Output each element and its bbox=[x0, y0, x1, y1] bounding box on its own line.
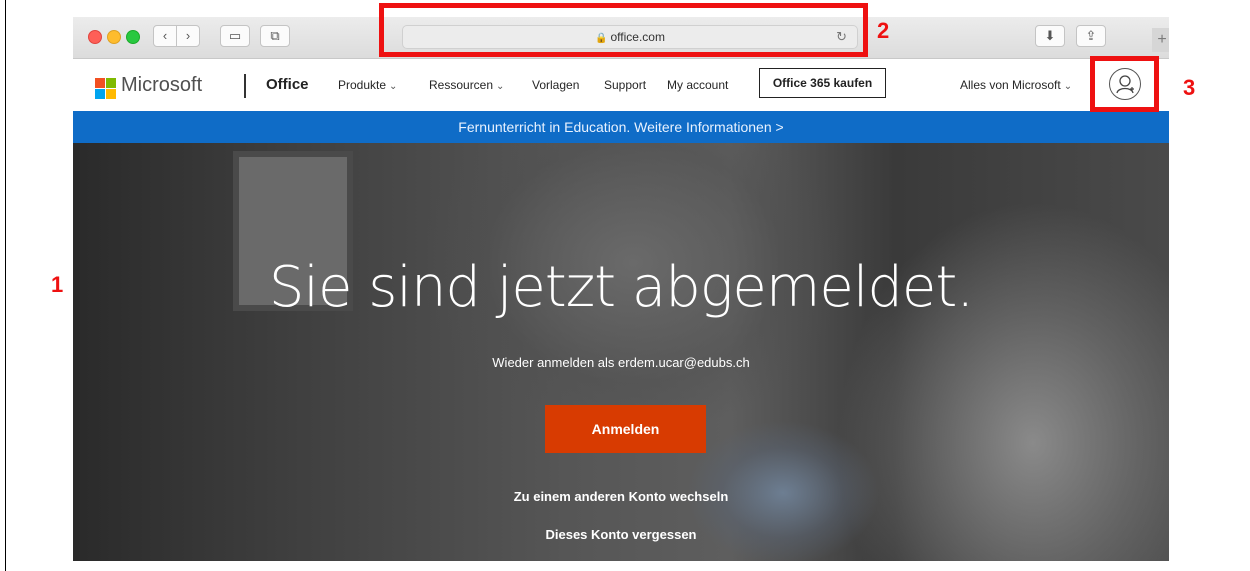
download-button[interactable]: ⬇ bbox=[1035, 25, 1065, 47]
signed-out-heading: Sie sind jetzt abgemeldet. bbox=[268, 255, 974, 320]
buy-office-button[interactable]: Office 365 kaufen bbox=[759, 68, 886, 98]
all-microsoft-menu[interactable]: Alles von Microsoft ⌄ bbox=[960, 78, 1072, 92]
signin-button[interactable]: Anmelden bbox=[545, 405, 706, 453]
forward-button[interactable]: › bbox=[176, 25, 200, 47]
new-tab-button[interactable]: + bbox=[1152, 28, 1169, 52]
resign-in-text: Wieder anmelden als erdem.ucar@edubs.ch bbox=[492, 355, 750, 370]
left-edge-line bbox=[5, 0, 6, 571]
nav-divider bbox=[244, 74, 246, 98]
browser-window: ‹ › ▭ ⧉ 🔒 office.com ↻ ⬇ ⇪ + Microsoft Of… bbox=[73, 17, 1169, 561]
office-header: Microsoft Office Produkte ⌄ Ressourcen ⌄ V… bbox=[73, 59, 1169, 111]
chevron-down-icon: ⌄ bbox=[389, 81, 398, 92]
highlight-box-avatar bbox=[1090, 56, 1159, 112]
annotation-number-3: 3 bbox=[1183, 75, 1196, 100]
back-button[interactable]: ‹ bbox=[153, 25, 177, 47]
nav-link-ressourcen[interactable]: Ressourcen ⌄ bbox=[429, 78, 504, 92]
nav-link-produkte[interactable]: Produkte ⌄ bbox=[338, 78, 397, 92]
tab-overview-button[interactable]: ⧉ bbox=[260, 25, 290, 47]
close-window-icon[interactable] bbox=[88, 30, 102, 44]
microsoft-brand[interactable]: Microsoft bbox=[121, 74, 202, 97]
highlight-box-address-bar bbox=[379, 3, 868, 57]
nav-link-support[interactable]: Support bbox=[604, 78, 646, 92]
maximize-window-icon[interactable] bbox=[126, 30, 140, 44]
annotation-number-1: 1 bbox=[51, 272, 64, 297]
switch-account-link[interactable]: Zu einem anderen Konto wechseln bbox=[73, 489, 1169, 504]
microsoft-logo-icon[interactable] bbox=[95, 78, 117, 100]
annotation-number-2: 2 bbox=[877, 18, 890, 43]
forget-account-link[interactable]: Dieses Konto vergessen bbox=[73, 527, 1169, 542]
sidebar-toggle-button[interactable]: ▭ bbox=[220, 25, 250, 47]
education-banner[interactable]: Fernunterricht in Education. Weitere Inf… bbox=[73, 111, 1169, 143]
minimize-window-icon[interactable] bbox=[107, 30, 121, 44]
share-button[interactable]: ⇪ bbox=[1076, 25, 1106, 47]
chevron-down-icon: ⌄ bbox=[496, 81, 505, 92]
nav-link-my-account[interactable]: My account bbox=[667, 78, 728, 92]
hero-section: Sie sind jetzt abgemeldet. Wieder anmeld… bbox=[73, 143, 1169, 561]
office-brand[interactable]: Office bbox=[266, 76, 309, 93]
chevron-down-icon: ⌄ bbox=[1063, 81, 1073, 92]
nav-link-vorlagen[interactable]: Vorlagen bbox=[532, 78, 579, 92]
